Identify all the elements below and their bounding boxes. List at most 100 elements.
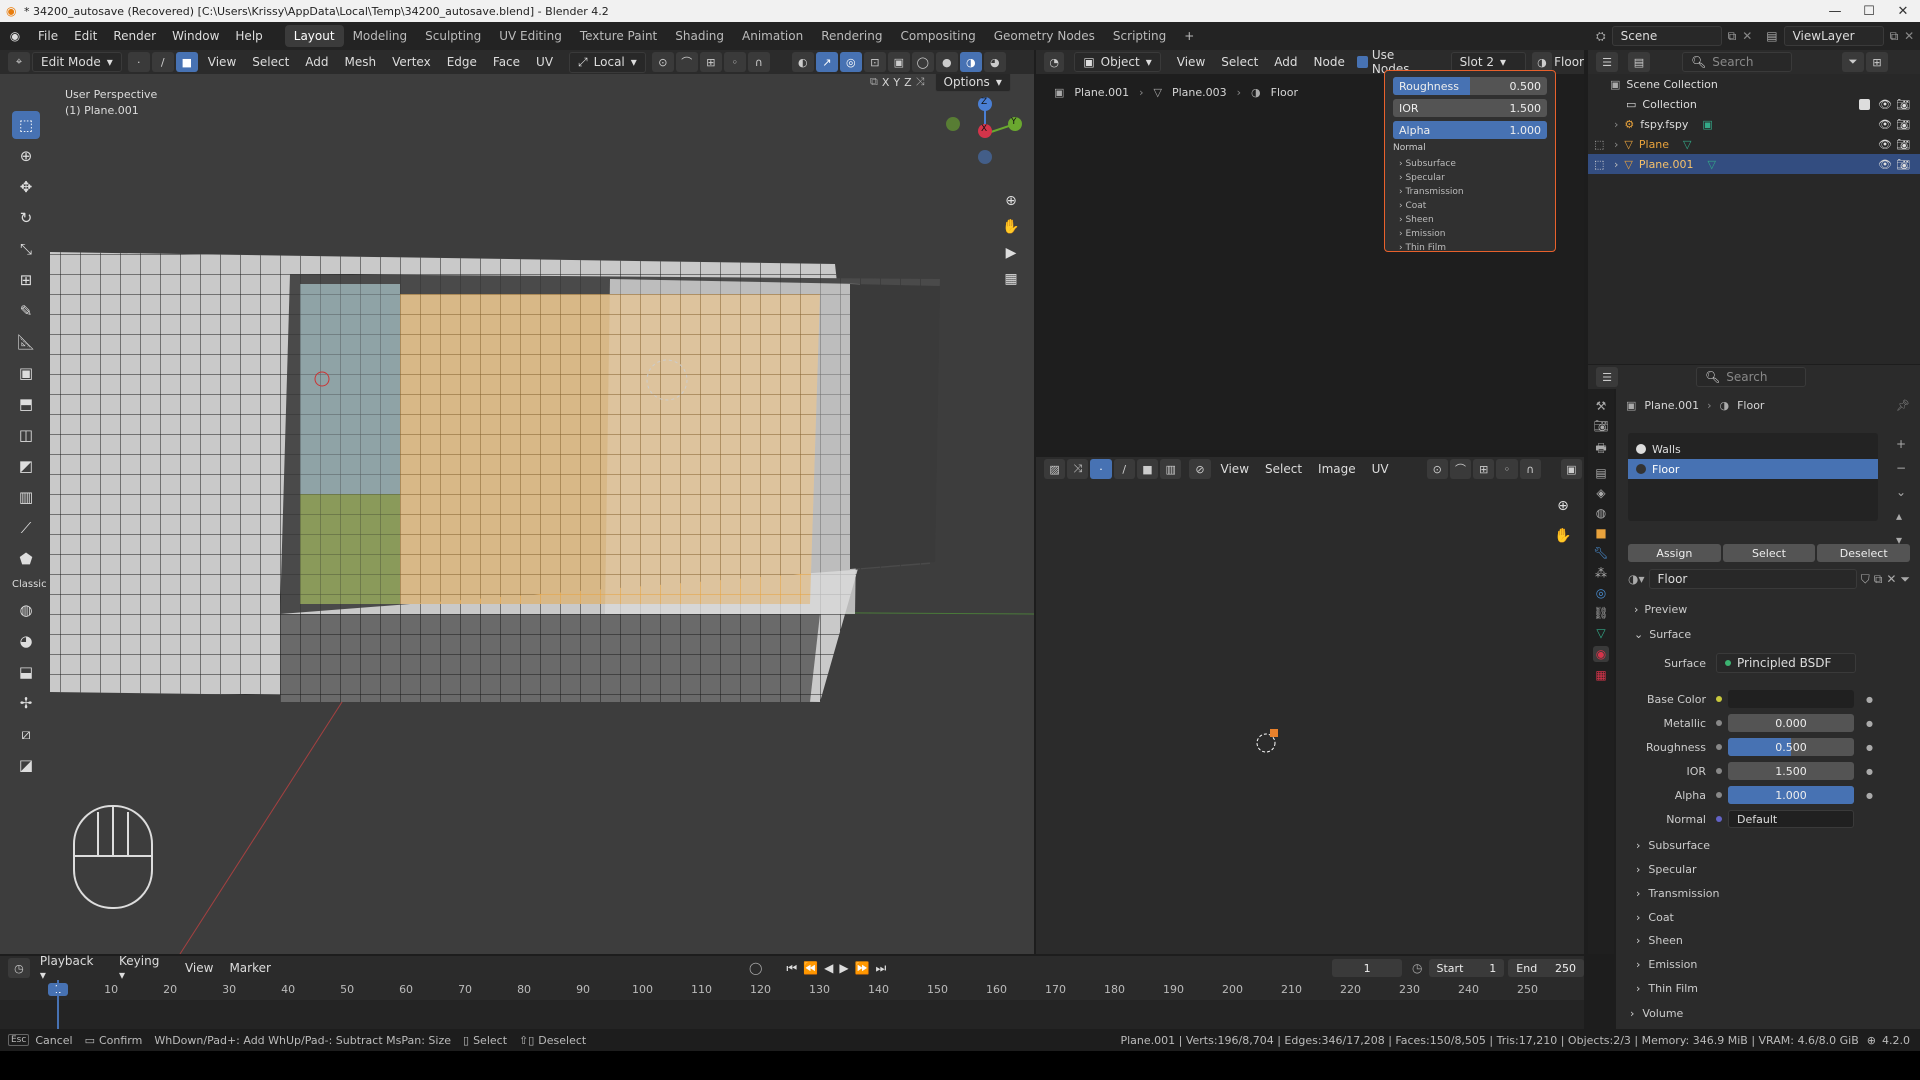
poly-build-tool-icon[interactable]: ⬟ [12, 545, 40, 573]
principled-bsdf-node[interactable]: Roughness 0.500 IOR 1.500 Alpha 1.000 Norma… [1384, 70, 1556, 255]
menu-playback[interactable]: Playback ▾ [32, 954, 111, 982]
node-section-sheen[interactable]: › Sheen [1399, 213, 1547, 227]
edge-select-icon[interactable]: / [151, 52, 174, 72]
zoom-icon[interactable]: ⊕ [998, 188, 1024, 214]
remove-viewlayer-icon[interactable]: ✕ [1904, 29, 1914, 43]
extrude-tool-icon[interactable]: ⬒ [12, 390, 40, 418]
view-layer-tab-icon[interactable]: ▤ [1595, 466, 1606, 480]
material-browse-icon[interactable]: ◑▾ [1628, 572, 1645, 586]
node-section-thin-film[interactable]: › Thin Film [1399, 241, 1547, 255]
loop-cut-tool-icon[interactable]: ▥ [12, 483, 40, 511]
material-tab-icon[interactable]: ◉ [1592, 646, 1610, 662]
material-slot-walls[interactable]: Walls [1628, 439, 1878, 459]
node-section-specular[interactable]: › Specular [1399, 171, 1547, 185]
current-frame-field[interactable]: 1 [1332, 959, 1403, 977]
add-workspace-icon[interactable]: + [1175, 25, 1203, 47]
menu-file[interactable]: File [30, 29, 66, 43]
scene-collection-row[interactable]: ▣ Scene Collection [1588, 74, 1920, 94]
pan-hand-icon[interactable]: ✋ [998, 214, 1024, 240]
remove-scene-icon[interactable]: ✕ [1742, 29, 1752, 43]
ior-field[interactable]: 1.500 [1728, 762, 1854, 780]
spin-tool-icon[interactable]: ◍ [12, 596, 40, 624]
tab-texture-paint[interactable]: Texture Paint [571, 25, 666, 47]
vertex-select-icon[interactable]: · [127, 52, 150, 72]
expand-arrow-icon[interactable]: › [1614, 158, 1618, 171]
image-menu-view[interactable]: View [1213, 462, 1257, 476]
xray-icon[interactable]: ▣ [887, 52, 910, 72]
uv-pan-hand-icon[interactable]: ✋ [1550, 523, 1576, 549]
mirror-y-toggle[interactable]: Y [893, 76, 900, 89]
image-menu-uv[interactable]: UV [1364, 462, 1397, 476]
node-roughness-field[interactable]: Roughness 0.500 [1393, 77, 1547, 95]
transmission-panel-header[interactable]: › Transmission [1636, 881, 1916, 905]
playback-controls[interactable]: ⏮⏪◀▶⏩⏭ [786, 961, 892, 976]
node-editor-type-icon[interactable]: ◔ [1044, 52, 1065, 72]
output-tab-icon[interactable]: 🖶︎ [1595, 439, 1606, 460]
rip-tool-icon[interactable]: ◪ [12, 751, 40, 779]
particles-tab-icon[interactable]: ⁂ [1595, 566, 1607, 580]
outliner-search[interactable]: 🔍︎ Search [1682, 52, 1792, 72]
tab-geometry-nodes[interactable]: Geometry Nodes [985, 25, 1104, 47]
edit-mode-icon[interactable]: ⬚ [1594, 158, 1604, 171]
texture-tab-icon[interactable]: ▦ [1595, 668, 1606, 682]
camera-icon[interactable]: 📷︎ [1896, 118, 1910, 131]
node-alpha-field[interactable]: Alpha 1.000 [1393, 121, 1547, 139]
uv-snap-target-icon[interactable]: ⊞ [1473, 459, 1495, 479]
object-tab-icon[interactable]: ■ [1595, 526, 1606, 540]
timeline-type-icon[interactable]: ◷ [8, 958, 30, 978]
tab-sculpting[interactable]: Sculpting [416, 25, 490, 47]
material-name-field[interactable]: Floor [1648, 569, 1857, 589]
node-section-subsurface[interactable]: › Subsurface [1399, 157, 1547, 171]
volume-panel-header[interactable]: › Volume [1616, 1000, 1920, 1026]
camera-icon[interactable]: 📷︎ [1896, 138, 1910, 151]
playhead[interactable] [57, 980, 59, 1029]
new-viewlayer-icon[interactable]: ⧉ [1890, 29, 1899, 44]
scene-tab-icon[interactable]: ◈ [1596, 486, 1605, 500]
options-dropdown[interactable]: Options ▾ [934, 74, 1011, 92]
node-editor[interactable]: ▣ Plane.001 › ▽ Plane.003 › ◑ Floor Roughn… [1036, 70, 1584, 450]
menu-face[interactable]: Face [485, 55, 528, 69]
overlay-toggle-icon[interactable]: ◎ [839, 52, 862, 72]
menu-mesh[interactable]: Mesh [337, 55, 385, 69]
smooth-tool-icon[interactable]: ◕ [12, 627, 40, 655]
image-editor-type-icon[interactable]: ▨ [1044, 459, 1066, 479]
mirror-x-toggle[interactable]: X [882, 76, 890, 89]
material-slot-floor[interactable]: Floor [1628, 459, 1878, 479]
pin-icon[interactable]: 📌︎ [1896, 399, 1910, 412]
inset-tool-icon[interactable]: ◫ [12, 421, 40, 449]
tab-layout[interactable]: Layout [284, 25, 344, 47]
camera-view-icon[interactable]: ▶ [998, 240, 1024, 266]
thin-film-panel-header[interactable]: › Thin Film [1616, 976, 1920, 1000]
move-slot-up-icon[interactable]: ▴ [1896, 509, 1906, 523]
add-cube-tool-icon[interactable]: ▣ [12, 359, 40, 387]
keyframe-dot-icon[interactable]: ● [1866, 743, 1873, 752]
wireframe-shading-icon[interactable]: ◯ [911, 52, 934, 72]
menu-keying[interactable]: Keying ▾ [111, 954, 177, 982]
mode-selector[interactable]: Edit Mode ▾ [32, 52, 122, 72]
material-browse-icon[interactable]: ◑ [1531, 52, 1553, 72]
close-icon[interactable]: ✕ [1886, 0, 1920, 22]
emission-panel-header[interactable]: › Emission [1616, 952, 1920, 976]
camera-icon[interactable]: 📷︎ [1896, 98, 1910, 111]
menu-add[interactable]: Add [297, 55, 336, 69]
keyframe-dot-icon[interactable]: ● [1866, 767, 1873, 776]
visibility-icon[interactable]: ◐ [791, 52, 814, 72]
rendered-shading-icon[interactable]: ◕ [983, 52, 1006, 72]
uv-zoom-icon[interactable]: ⊕ [1550, 493, 1576, 519]
mesh-overlay-icon[interactable]: ⊡ [863, 52, 886, 72]
menu-edit[interactable]: Edit [66, 29, 105, 43]
uv-sync-toggle-icon[interactable]: ⤨ [1067, 459, 1089, 479]
duplicate-material-icon[interactable]: ⧉ [1874, 572, 1883, 587]
image-display-icon[interactable]: ▣ [1560, 459, 1582, 479]
unlink-material-icon[interactable]: ✕ [1886, 572, 1896, 586]
timeline-track[interactable]: 1102030405060708090100110120130140150160… [0, 980, 1584, 1029]
menu-marker[interactable]: Marker [221, 961, 278, 975]
keyframe-dot-icon[interactable]: ● [1866, 719, 1873, 728]
preview-panel-header[interactable]: › Preview [1634, 597, 1687, 621]
eye-icon[interactable]: 👁︎ [1878, 98, 1892, 111]
slot-selector[interactable]: Slot 2 ▾ [1450, 52, 1526, 72]
gizmo-toggle-icon[interactable]: ↗ [815, 52, 838, 72]
material-filter-icon[interactable]: ⏷ [1900, 572, 1910, 587]
uv-sync-icon[interactable]: ⤨ [916, 75, 925, 89]
menu-edge[interactable]: Edge [439, 55, 485, 69]
